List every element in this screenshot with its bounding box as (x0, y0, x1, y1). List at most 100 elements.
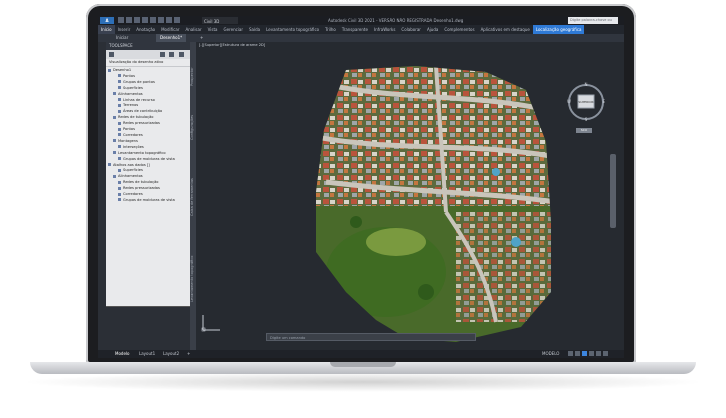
quick-access-toolbar (118, 17, 196, 24)
tree-item-label: Alinhamentos (118, 91, 143, 96)
tree-node-icon (118, 103, 121, 107)
tab-gerenciar[interactable]: Gerenciar (220, 25, 246, 34)
grid-icon[interactable] (568, 351, 573, 356)
tab-modificar[interactable]: Modificar (158, 25, 182, 34)
tab-colaborar[interactable]: Colaborar (398, 25, 424, 34)
laptop-shadow (20, 372, 706, 392)
new-icon[interactable] (118, 17, 124, 23)
settings-icon[interactable] (169, 52, 174, 57)
polar-icon[interactable] (589, 351, 594, 356)
print-icon[interactable] (150, 17, 156, 23)
tab-inserir[interactable]: Inserir (115, 25, 134, 34)
tab-inicio[interactable]: Início (98, 25, 115, 34)
save-icon[interactable] (134, 17, 140, 23)
view-icon[interactable] (109, 52, 114, 57)
tree-item-label: Grupos de molduras de vista (123, 197, 175, 202)
viewport-controls-label[interactable]: [-][Superior][Estrutura de arame 2D] (199, 43, 265, 47)
status-bar: Modelo Layout1 Layout2 + MODELO (98, 350, 624, 358)
add-layout-button[interactable]: + (184, 350, 193, 358)
tree-item-label: Terrenos (123, 103, 139, 108)
wcs-menu[interactable]: SCU (576, 128, 592, 133)
toolspace-header: TOOLSPACE (106, 42, 190, 50)
tree-node-icon (118, 109, 121, 113)
tree-item-label: Pontos (123, 127, 135, 132)
tree-item-label: Superfícies (123, 168, 143, 173)
tree-item-label: Redes pressurizadas (123, 186, 160, 191)
tab-saida[interactable]: Saída (246, 25, 263, 34)
status-icons (568, 351, 610, 358)
tab-anotacao[interactable]: Anotação (133, 25, 158, 34)
command-line-input[interactable]: Digite um comando (266, 333, 476, 341)
navigation-bar[interactable] (610, 154, 616, 228)
tree-node-icon (108, 163, 111, 166)
tab-localizacao-geografica[interactable]: Localização geográfica (532, 25, 585, 34)
snap-icon[interactable] (575, 351, 580, 356)
tree-node-icon (118, 192, 121, 196)
tree-node-icon (118, 80, 121, 84)
application-menu-button[interactable]: A (100, 17, 114, 24)
tree-item[interactable]: Grupos de molduras de vista (108, 198, 190, 204)
tab-analisar[interactable]: Analisar (182, 25, 204, 34)
tab-layout2[interactable]: Layout2 (160, 350, 182, 358)
open-icon[interactable] (126, 17, 132, 23)
tab-transparente[interactable]: Transparente (339, 25, 371, 34)
tab-infraworks[interactable]: InfraWorks (371, 25, 398, 34)
tab-model[interactable]: Modelo (112, 350, 132, 358)
new-tab-button[interactable]: + (196, 34, 207, 42)
window-title: Autodesk Civil 3D 2021 - VERSÃO NÃO REGI… (328, 18, 464, 23)
tree-item-label: Áreas de contribuição (123, 109, 163, 114)
active-drawing-view-select[interactable]: Visualização do desenho ativo (106, 59, 190, 67)
document-tabs: Iniciar Desenho1* + (98, 34, 624, 42)
title-bar: A Civil 3D Autodesk Civil 3D 2021 - VERS… (98, 16, 624, 29)
ortho-icon[interactable] (582, 351, 587, 356)
tab-layout1[interactable]: Layout1 (136, 350, 158, 358)
search-input[interactable]: Digite palavra-chave ou frase (568, 17, 618, 29)
viewcube-face[interactable]: SUPERIOR (578, 100, 593, 104)
tree-item-label: Grupos de molduras de vista (123, 156, 175, 161)
refresh-icon[interactable] (160, 52, 165, 57)
tree-node-icon (118, 198, 121, 202)
share-icon[interactable] (174, 17, 180, 23)
tree-node-icon (113, 174, 116, 178)
model-space-toggle[interactable]: MODELO (542, 350, 559, 358)
aerial-photo-map (316, 66, 551, 342)
tab-vista[interactable]: Vista (205, 25, 221, 34)
tree-node-icon (118, 168, 121, 172)
osnap-icon[interactable] (596, 351, 601, 356)
customize-icon[interactable] (603, 351, 608, 356)
tab-aplicativos[interactable]: Aplicativos em destaque (478, 25, 533, 34)
ribbon-tabs: Início Inserir Anotação Modificar Analisar Vi… (98, 25, 624, 34)
ucs-icon (201, 315, 220, 332)
tab-start[interactable]: Iniciar (112, 34, 132, 42)
tree-node-icon (118, 180, 121, 184)
tree-node-icon (113, 92, 116, 96)
south-label[interactable]: S (585, 117, 588, 122)
west-label[interactable]: W (567, 99, 571, 104)
undo-icon[interactable] (158, 17, 164, 23)
tree-item-label: Pontos (123, 73, 135, 78)
tab-trilho[interactable]: Trilho (322, 25, 339, 34)
tree-node-icon (118, 121, 121, 125)
save-as-icon[interactable] (142, 17, 148, 23)
tree-node-icon (113, 151, 116, 155)
north-label[interactable]: N (585, 82, 588, 87)
tab-drawing[interactable]: Desenho1* (156, 34, 187, 42)
tree-item-label: Alinhamentos (118, 174, 143, 179)
help-icon[interactable] (179, 52, 184, 57)
tree-item-label: Atalhos aos dados [] (113, 162, 150, 167)
tree-item-label: Interseções (123, 144, 144, 149)
viewcube[interactable]: N S E W SUPERIOR (566, 82, 606, 122)
tree-item-label: Redes de tubulação (123, 180, 159, 185)
workspace-select[interactable]: Civil 3D (202, 17, 238, 24)
tree-item-label: Desenho1 (113, 68, 132, 72)
redo-icon[interactable] (166, 17, 172, 23)
tree-node-icon (118, 98, 121, 102)
tab-levantamento[interactable]: Levantamento topográfico (263, 25, 322, 34)
laptop-notch (330, 362, 396, 367)
east-label[interactable]: E (602, 99, 605, 104)
drawing-viewport[interactable]: [-][Superior][Estrutura de arame 2D] N S… (196, 42, 624, 350)
tab-complementos[interactable]: Complementos (441, 25, 477, 34)
autocad-window: A Civil 3D Autodesk Civil 3D 2021 - VERS… (98, 16, 624, 358)
tree-node-icon (118, 157, 121, 161)
tab-ajuda[interactable]: Ajuda (424, 25, 441, 34)
